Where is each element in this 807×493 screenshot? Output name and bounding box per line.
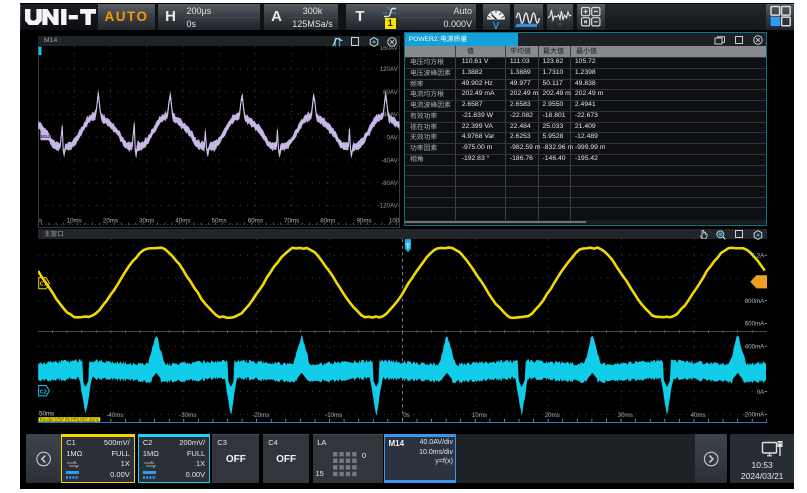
svg-text:-40AV: -40AV [381,157,399,164]
svg-text:s: s [39,218,42,225]
svg-text:-10ms: -10ms [325,411,342,418]
svg-text:-80AV: -80AV [381,180,399,187]
svg-text:1.2A: 1.2A [752,252,766,259]
svg-text:0s: 0s [404,411,411,418]
svg-text:50ms: 50ms [212,218,227,225]
svg-text:M14: M14 [41,134,50,139]
svg-text:20ms: 20ms [103,218,118,225]
svg-text:0A: 0A [757,388,765,395]
svg-text:-200mA: -200mA [743,411,766,418]
svg-text:60ms: 60ms [248,218,263,225]
svg-text:C2: C2 [40,389,47,395]
svg-text:30ms: 30ms [618,411,633,418]
svg-text:400mA: 400mA [745,343,765,350]
svg-text:40AV: 40AV [383,112,399,119]
svg-text:10ms: 10ms [472,411,487,418]
svg-text:160AV: 160AV [380,46,399,52]
svg-text:-40ms: -40ms [107,411,124,418]
svg-text:C1: C1 [40,281,47,287]
svg-text:0AV: 0AV [387,135,399,142]
svg-text:-20ms: -20ms [252,411,269,418]
svg-text:600mA: 600mA [745,320,765,327]
svg-text:20ms: 20ms [545,411,560,418]
svg-text:80ms: 80ms [321,218,336,225]
svg-text:10ms: 10ms [67,218,82,225]
svg-text:70ms: 70ms [284,218,299,225]
svg-text:30ms: 30ms [139,218,154,225]
svg-text:800mA: 800mA [745,297,765,304]
svg-text:80AV: 80AV [383,89,399,96]
svg-text:-120AV: -120AV [378,203,399,210]
svg-text:120AV: 120AV [380,66,399,73]
svg-text:90ms: 90ms [357,218,372,225]
svg-text:40ms: 40ms [176,218,191,225]
svg-text:V: V [493,21,500,30]
svg-text:T: T [406,243,411,250]
svg-text:40ms: 40ms [691,411,706,418]
svg-text:100: 100 [389,218,400,225]
svg-text:-30ms: -30ms [179,411,196,418]
